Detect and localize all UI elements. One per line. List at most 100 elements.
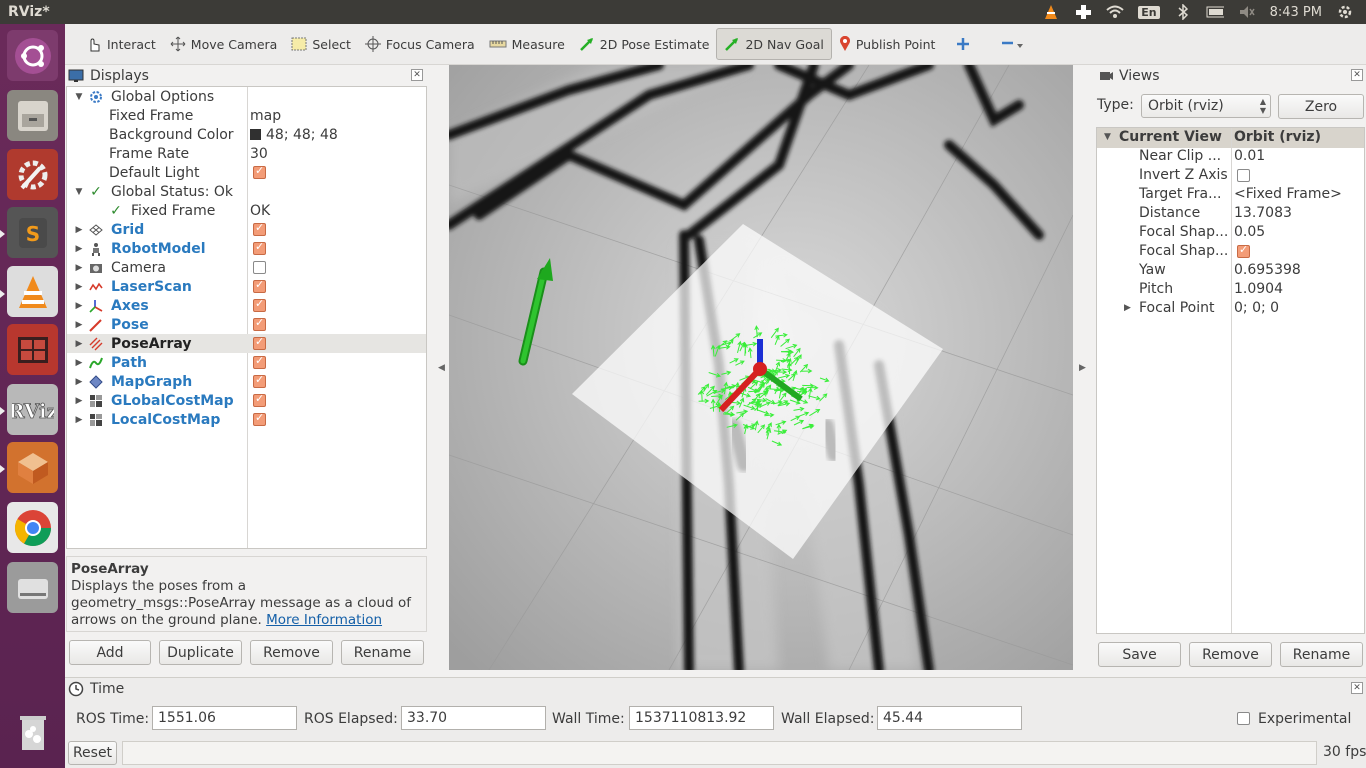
system-gear-icon[interactable] xyxy=(1336,4,1354,20)
ubuntu-dash-icon[interactable] xyxy=(7,30,58,81)
reset-button[interactable]: Reset xyxy=(68,741,117,765)
remove-view-button[interactable]: Remove xyxy=(1189,642,1272,667)
tool-select[interactable]: Select xyxy=(284,28,358,60)
clock[interactable]: 8:43 PM xyxy=(1270,5,1322,20)
yaw-value[interactable]: 0.695398 xyxy=(1234,262,1301,278)
scene-render[interactable] xyxy=(449,65,1073,670)
frame-rate-value[interactable]: 30 xyxy=(250,146,268,162)
color-swatch[interactable] xyxy=(250,128,261,140)
bluetooth-icon[interactable] xyxy=(1174,4,1192,20)
view-row-yaw[interactable]: Yaw 0.695398 xyxy=(1097,262,1364,281)
view-row-distance[interactable]: Distance 13.7083 xyxy=(1097,205,1364,224)
camera-checkbox[interactable] xyxy=(253,261,266,274)
near-clip-value[interactable]: 0.01 xyxy=(1234,148,1265,164)
collapse-arrow-icon[interactable]: ▼ xyxy=(74,187,84,197)
pitch-value[interactable]: 1.0904 xyxy=(1234,281,1283,297)
vlc-tray-icon[interactable] xyxy=(1042,4,1060,20)
tree-row-frame-rate[interactable]: Frame Rate 30 xyxy=(67,144,426,163)
tree-row-grid[interactable]: ▶ Grid xyxy=(67,220,426,239)
default-light-checkbox[interactable] xyxy=(253,164,266,179)
tree-row-fixed-frame[interactable]: Fixed Frame map xyxy=(67,106,426,125)
wall-time-field[interactable]: 1537110813.92 xyxy=(629,706,774,730)
sublime-text-icon[interactable]: S xyxy=(7,207,58,258)
battery-icon[interactable] xyxy=(1206,4,1224,20)
collapse-arrow-icon[interactable]: ▼ xyxy=(74,92,84,102)
rviz-launcher-icon[interactable]: RViz xyxy=(7,384,58,435)
experimental-checkbox[interactable] xyxy=(1237,712,1250,725)
view-type-select[interactable]: Orbit (rviz) ▲ ▼ xyxy=(1141,94,1271,118)
tree-row-path[interactable]: ▶ Path xyxy=(67,353,426,372)
focal-shape-fixed-checkbox[interactable] xyxy=(1237,243,1250,258)
volume-muted-icon[interactable] xyxy=(1238,4,1256,20)
add-tool-button[interactable] xyxy=(942,28,977,60)
view-row-focal-shape-fixed[interactable]: Focal Shap... xyxy=(1097,243,1364,262)
keyboard-layout-indicator[interactable]: En xyxy=(1138,5,1160,19)
ros-time-field[interactable]: 1551.06 xyxy=(152,706,297,730)
collapse-left-dock-icon[interactable]: ◀ xyxy=(438,363,445,373)
tree-row-globalcostmap[interactable]: ▶ GLobalCostMap xyxy=(67,391,426,410)
target-frame-value[interactable]: <Fixed Frame> xyxy=(1234,186,1342,202)
installer-icon[interactable] xyxy=(7,442,58,493)
tree-row-robotmodel[interactable]: ▶ RobotModel xyxy=(67,239,426,258)
tree-row-global-status[interactable]: ▼ ✓ Global Status: Ok xyxy=(67,182,426,201)
expand-arrow-icon[interactable]: ▶ xyxy=(74,358,84,368)
tree-row-pose[interactable]: ▶ Pose xyxy=(67,315,426,334)
tool-2d-nav-goal[interactable]: 2D Nav Goal xyxy=(716,28,832,60)
tool-2d-pose-estimate[interactable]: 2D Pose Estimate xyxy=(572,28,717,60)
view-row-invert-z[interactable]: Invert Z Axis xyxy=(1097,167,1364,186)
tool-focus-camera[interactable]: Focus Camera xyxy=(358,28,482,60)
path-checkbox[interactable] xyxy=(253,354,266,369)
wall-elapsed-field[interactable]: 45.44 xyxy=(877,706,1022,730)
expand-arrow-icon[interactable]: ▶ xyxy=(74,244,84,254)
view-row-near-clip[interactable]: Near Clip ... 0.01 xyxy=(1097,148,1364,167)
tree-row-mapgraph[interactable]: ▶ MapGraph xyxy=(67,372,426,391)
remove-tool-button[interactable] xyxy=(977,28,1032,60)
3d-render-viewport[interactable] xyxy=(449,65,1073,670)
collapse-arrow-icon[interactable]: ▼ xyxy=(1104,132,1111,142)
expand-arrow-icon[interactable]: ▶ xyxy=(74,263,84,273)
tool-interact[interactable]: Interact xyxy=(79,28,163,60)
tree-row-background-color[interactable]: Background Color 48; 48; 48 xyxy=(67,125,426,144)
zero-button[interactable]: Zero xyxy=(1278,94,1364,119)
more-information-link[interactable]: More Information xyxy=(266,612,382,628)
tree-row-camera[interactable]: ▶ Camera xyxy=(67,258,426,277)
save-view-button[interactable]: Save xyxy=(1098,642,1181,667)
localcostmap-checkbox[interactable] xyxy=(253,411,266,426)
expand-arrow-icon[interactable]: ▶ xyxy=(74,396,84,406)
remove-display-button[interactable]: Remove xyxy=(250,640,333,665)
mapgraph-checkbox[interactable] xyxy=(253,373,266,388)
rename-display-button[interactable]: Rename xyxy=(341,640,424,665)
expand-arrow-icon[interactable]: ▶ xyxy=(74,225,84,235)
duplicate-button[interactable]: Duplicate xyxy=(159,640,242,665)
tree-row-posearray[interactable]: ▶ PoseArray xyxy=(67,334,426,353)
displays-close-button[interactable]: ✕ xyxy=(411,69,423,81)
view-row-focal-point[interactable]: ▶ Focal Point 0; 0; 0 xyxy=(1097,300,1364,319)
robotmodel-checkbox[interactable] xyxy=(253,240,266,255)
pose-checkbox[interactable] xyxy=(253,316,266,331)
background-color-value[interactable]: 48; 48; 48 xyxy=(250,127,338,143)
expand-arrow-icon[interactable]: ▶ xyxy=(74,301,84,311)
workspace-switcher-icon[interactable] xyxy=(7,324,58,375)
files-icon[interactable] xyxy=(7,90,58,141)
view-row-focal-shape-size[interactable]: Focal Shap... 0.05 xyxy=(1097,224,1364,243)
expand-arrow-icon[interactable]: ▶ xyxy=(74,339,84,349)
chrome-icon[interactable] xyxy=(7,502,58,553)
expand-arrow-icon[interactable]: ▶ xyxy=(74,415,84,425)
globalcostmap-checkbox[interactable] xyxy=(253,392,266,407)
posearray-checkbox[interactable] xyxy=(253,335,266,350)
rename-view-button[interactable]: Rename xyxy=(1280,642,1363,667)
vlc-icon[interactable] xyxy=(7,266,58,317)
tree-row-fixed-frame-status[interactable]: ✓ Fixed Frame OK xyxy=(67,201,426,220)
expand-arrow-icon[interactable]: ▶ xyxy=(1124,303,1131,313)
collapse-right-dock-icon[interactable]: ▶ xyxy=(1079,363,1086,373)
disk-drive-icon[interactable] xyxy=(7,562,58,613)
view-row-target-frame[interactable]: Target Fra... <Fixed Frame> xyxy=(1097,186,1364,205)
grid-checkbox[interactable] xyxy=(253,221,266,236)
focal-point-value[interactable]: 0; 0; 0 xyxy=(1234,300,1279,316)
focal-shape-size-value[interactable]: 0.05 xyxy=(1234,224,1265,240)
axes-checkbox[interactable] xyxy=(253,297,266,312)
tree-row-global-options[interactable]: ▼ Global Options xyxy=(67,87,426,106)
tree-row-default-light[interactable]: Default Light xyxy=(67,163,426,182)
add-button[interactable]: Add xyxy=(69,640,151,665)
distance-value[interactable]: 13.7083 xyxy=(1234,205,1292,221)
